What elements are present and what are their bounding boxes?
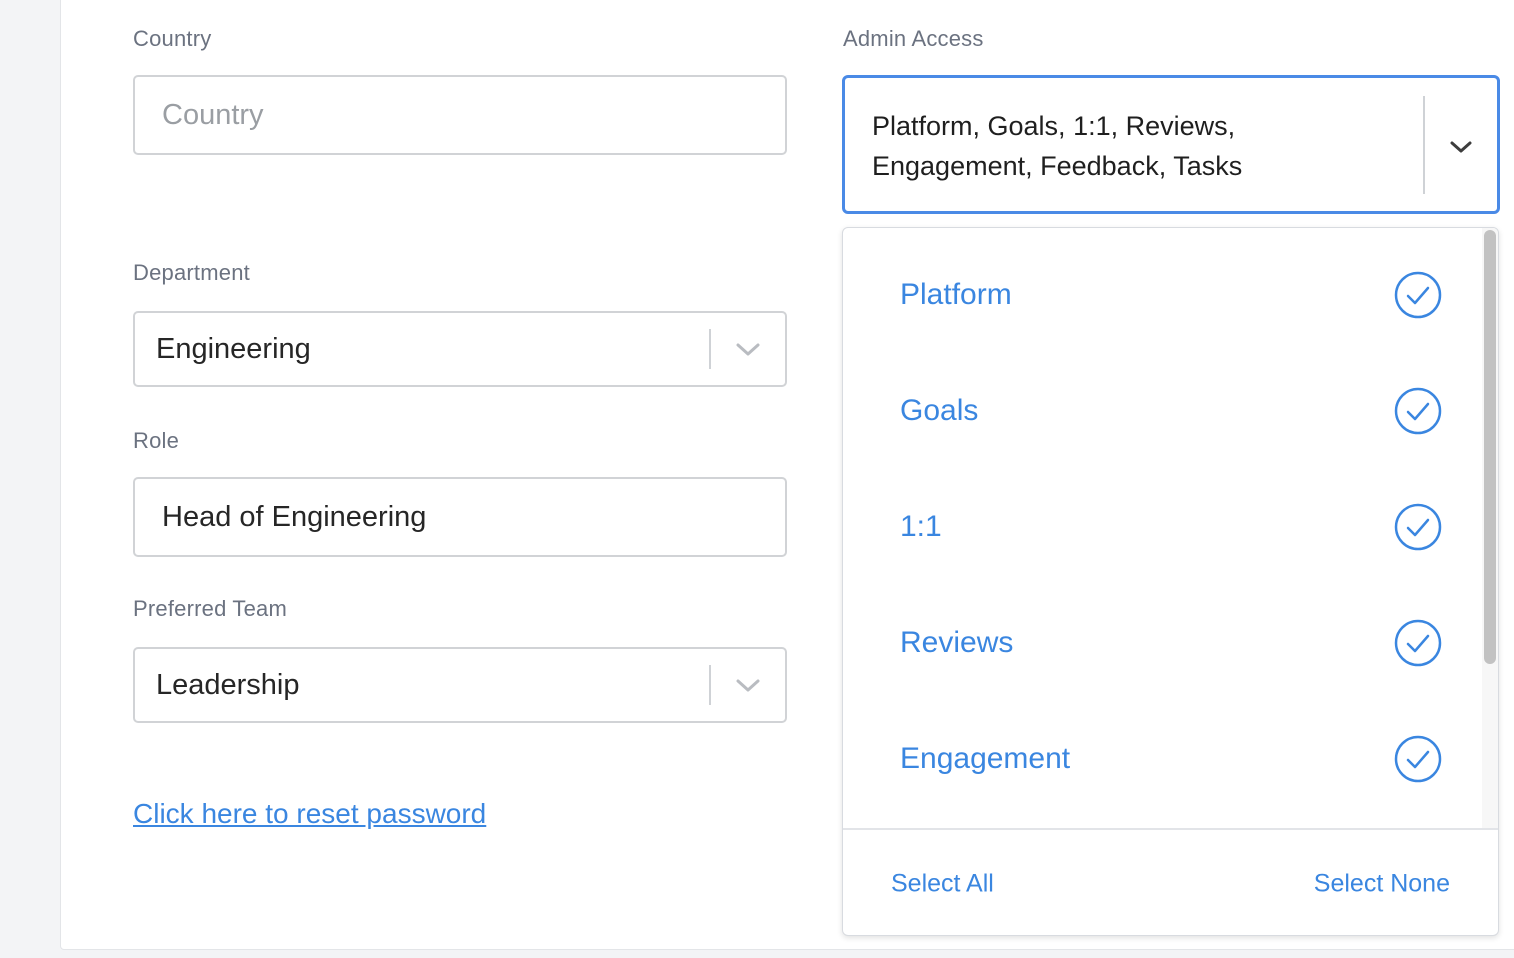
option-label: Goals xyxy=(900,394,979,427)
preferred-team-label: Preferred Team xyxy=(133,596,288,621)
option-one-on-one[interactable]: 1:1 xyxy=(843,469,1483,585)
option-label: Reviews xyxy=(900,626,1014,659)
option-label: Engagement xyxy=(900,742,1071,775)
select-separator xyxy=(709,665,711,705)
country-placeholder: Country xyxy=(162,98,264,131)
option-reviews[interactable]: Reviews xyxy=(843,585,1483,701)
admin-access-label: Admin Access xyxy=(843,26,984,51)
chevron-down-icon xyxy=(736,679,760,692)
reset-password-link[interactable]: Click here to reset password xyxy=(133,798,486,830)
role-input[interactable]: Head of Engineering xyxy=(133,477,787,557)
check-circle-icon xyxy=(1394,735,1442,783)
dropdown-scrollbar[interactable] xyxy=(1482,228,1498,828)
department-value: Engineering xyxy=(156,332,311,365)
option-label: Platform xyxy=(900,278,1012,311)
chevron-down-icon[interactable] xyxy=(1448,138,1474,156)
department-label: Department xyxy=(133,260,250,285)
role-value: Head of Engineering xyxy=(162,500,427,533)
country-label: Country xyxy=(133,26,212,51)
check-circle-icon xyxy=(1394,271,1442,319)
select-separator xyxy=(709,329,711,369)
country-input[interactable]: Country xyxy=(133,75,787,155)
select-none-button[interactable]: Select None xyxy=(1314,869,1450,898)
option-label: 1:1 xyxy=(900,510,942,543)
preferred-team-value: Leadership xyxy=(156,668,300,701)
select-separator xyxy=(1423,96,1425,194)
select-all-button[interactable]: Select All xyxy=(891,869,994,898)
scrollbar-thumb[interactable] xyxy=(1484,230,1496,664)
option-goals[interactable]: Goals xyxy=(843,353,1483,469)
check-circle-icon xyxy=(1394,503,1442,551)
option-engagement[interactable]: Engagement xyxy=(843,701,1483,817)
role-label: Role xyxy=(133,428,180,453)
chevron-down-icon xyxy=(736,343,760,356)
admin-access-select[interactable]: Platform, Goals, 1:1, Reviews, Engagemen… xyxy=(842,75,1500,214)
preferred-team-select[interactable]: Leadership xyxy=(133,647,787,723)
department-select[interactable]: Engineering xyxy=(133,311,787,387)
admin-access-selected-value: Platform, Goals, 1:1, Reviews, Engagemen… xyxy=(872,111,1243,181)
check-circle-icon xyxy=(1394,619,1442,667)
dropdown-footer: Select All Select None xyxy=(843,828,1498,935)
option-platform[interactable]: Platform xyxy=(843,237,1483,353)
admin-access-dropdown-menu: Platform Goals 1:1 Reviews Engagement Se… xyxy=(842,227,1499,936)
check-circle-icon xyxy=(1394,387,1442,435)
